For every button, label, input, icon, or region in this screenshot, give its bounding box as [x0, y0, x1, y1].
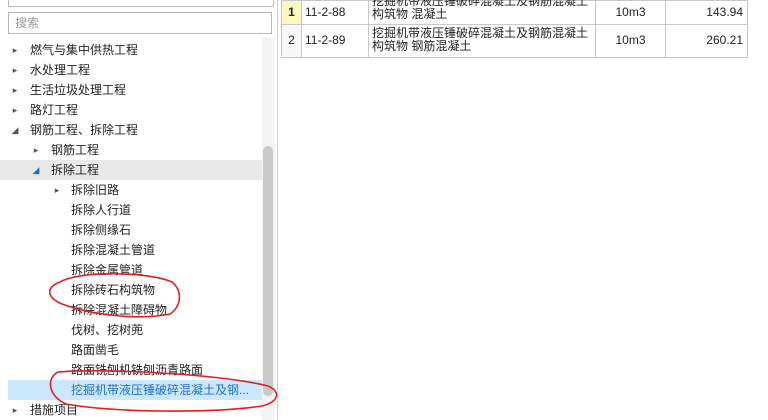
tree-item-label: 燃气与集中供热工程: [30, 43, 139, 57]
tree-item[interactable]: ▸ 钢筋工程: [0, 140, 262, 160]
top-strip: [8, 0, 274, 7]
tree-item[interactable]: 拆除金属管道: [0, 260, 262, 280]
tree-item[interactable]: 伐树、挖树蔸: [0, 320, 262, 340]
tree-item[interactable]: 拆除混凝土障碍物: [0, 300, 262, 320]
tree-item-label: 拆除混凝土障碍物: [71, 303, 168, 317]
row-number[interactable]: 2: [281, 23, 302, 59]
tree-item-label: 挖掘机带液压锤破碎混凝土及钢...: [71, 383, 250, 397]
tree-item[interactable]: 路面凿毛: [0, 340, 262, 360]
unit-cell[interactable]: 10m3: [595, 23, 666, 59]
left-panel: ▸ 燃气与集中供热工程 ▸ 水处理工程 ▸ 生活垃圾处理工程 ▸ 路灯工程 ◢ …: [0, 0, 278, 420]
tree-item[interactable]: ◢ 钢筋工程、拆除工程: [0, 120, 262, 140]
tree-item[interactable]: 拆除混凝土管道: [0, 240, 262, 260]
tree-item[interactable]: ▸ 拆除旧路: [0, 180, 262, 200]
expand-arrow-icon[interactable]: ▸: [10, 100, 20, 120]
tree-item-label: 拆除工程: [51, 163, 100, 177]
tree-item-highlighted[interactable]: 挖掘机带液压锤破碎混凝土及钢...: [8, 380, 262, 400]
tree-item-label: 拆除旧路: [71, 183, 120, 197]
tree-item-label: 钢筋工程: [51, 143, 100, 157]
name-cell[interactable]: 挖掘机带液压锤破碎混凝土及钢筋混凝土构筑物 混凝土: [368, 0, 596, 25]
scrollbar-thumb[interactable]: [263, 146, 273, 396]
table-row[interactable]: 2 11-2-89 挖掘机带液压锤破碎混凝土及钢筋混凝土构筑物 钢筋混凝土 10…: [281, 23, 748, 59]
tree-item[interactable]: ▸ 燃气与集中供热工程: [0, 40, 262, 60]
tree-item-label: 拆除侧缘石: [71, 223, 132, 237]
expand-arrow-icon[interactable]: ▸: [10, 60, 20, 80]
search-input[interactable]: [8, 12, 272, 34]
tree-item-label: 拆除混凝土管道: [71, 243, 156, 257]
tree-item-label: 钢筋工程、拆除工程: [30, 123, 139, 137]
tree-item[interactable]: ▸ 水处理工程: [0, 60, 262, 80]
tree-item-label: 措施项目: [30, 403, 79, 417]
table-row[interactable]: 1 11-2-88 挖掘机带液压锤破碎混凝土及钢筋混凝土构筑物 混凝土 10m3…: [281, 0, 748, 25]
code-cell[interactable]: 11-2-89: [301, 23, 369, 59]
tree-item[interactable]: 拆除砖石构筑物: [0, 280, 262, 300]
quantity-cell[interactable]: 260.21: [665, 23, 748, 59]
unit-cell[interactable]: 10m3: [595, 0, 666, 25]
tree-item-label: 拆除金属管道: [71, 263, 144, 277]
expand-arrow-icon[interactable]: ▸: [10, 400, 20, 420]
expand-arrow-icon[interactable]: ▸: [52, 180, 62, 200]
collapse-arrow-icon[interactable]: ◢: [31, 160, 41, 180]
tree-item-label: 生活垃圾处理工程: [30, 83, 127, 97]
expand-arrow-icon[interactable]: ▸: [31, 140, 41, 160]
tree-item-selected[interactable]: ◢ 拆除工程: [0, 160, 262, 180]
category-tree: ▸ 燃气与集中供热工程 ▸ 水处理工程 ▸ 生活垃圾处理工程 ▸ 路灯工程 ◢ …: [0, 38, 262, 420]
tree-item[interactable]: ▸ 措施项目: [0, 400, 262, 420]
row-number[interactable]: 1: [281, 0, 302, 25]
tree-item-label: 水处理工程: [30, 63, 91, 77]
tree-item[interactable]: 拆除人行道: [0, 200, 262, 220]
tree-item[interactable]: 路面铣刨机铣刨沥青路面: [0, 360, 262, 380]
tree-item-label: 拆除人行道: [71, 203, 132, 217]
quantity-cell[interactable]: 143.94: [665, 0, 748, 25]
code-cell[interactable]: 11-2-88: [301, 0, 369, 25]
tree-item[interactable]: 拆除侧缘石: [0, 220, 262, 240]
tree-item-label: 路灯工程: [30, 103, 79, 117]
tree-item-label: 伐树、挖树蔸: [71, 323, 144, 337]
name-cell[interactable]: 挖掘机带液压锤破碎混凝土及钢筋混凝土构筑物 钢筋混凝土: [368, 23, 596, 59]
tree-item-label: 路面铣刨机铣刨沥青路面: [71, 363, 204, 377]
tree-item[interactable]: ▸ 路灯工程: [0, 100, 262, 120]
name-text: 挖掘机带液压锤破碎混凝土及钢筋混凝土构筑物 混凝土: [372, 0, 589, 21]
tree-item[interactable]: ▸ 生活垃圾处理工程: [0, 80, 262, 100]
collapse-arrow-icon[interactable]: ◢: [10, 120, 20, 140]
quota-grid: 1 11-2-88 挖掘机带液压锤破碎混凝土及钢筋混凝土构筑物 混凝土 10m3…: [281, 0, 748, 59]
tree-item-label: 拆除砖石构筑物: [71, 283, 156, 297]
name-text: 挖掘机带液压锤破碎混凝土及钢筋混凝土构筑物 钢筋混凝土: [372, 25, 589, 53]
tree-item-label: 路面凿毛: [71, 343, 120, 357]
expand-arrow-icon[interactable]: ▸: [10, 80, 20, 100]
expand-arrow-icon[interactable]: ▸: [10, 40, 20, 60]
